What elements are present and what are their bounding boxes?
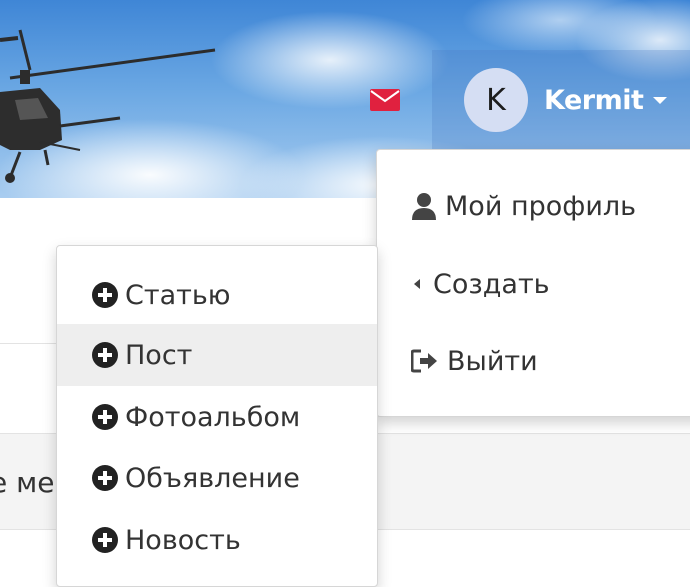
plus-circle-icon <box>91 464 119 492</box>
plus-circle-icon <box>91 526 119 554</box>
menu-item-logout[interactable]: Выйти <box>377 330 690 392</box>
caret-left-icon <box>411 277 425 291</box>
menu-item-create[interactable]: Создать <box>377 253 690 315</box>
create-item-label: Новость <box>125 524 241 556</box>
menu-item-my-profile[interactable]: Мой профиль <box>377 175 690 237</box>
create-item-label: Объявление <box>125 462 300 494</box>
menu-item-label: Мой профиль <box>445 190 637 222</box>
create-submenu: Статью Пост Фотоальбом Объявление Новост… <box>56 245 378 587</box>
helicopter-image <box>0 29 216 183</box>
create-item-label: Статью <box>125 279 231 311</box>
partial-menu-text: е ме <box>0 466 55 499</box>
plus-circle-icon <box>91 341 119 369</box>
create-item-announcement[interactable]: Объявление <box>57 447 377 509</box>
avatar: K <box>464 68 528 132</box>
chevron-down-icon <box>653 96 668 104</box>
create-item-photo-album[interactable]: Фотоальбом <box>57 386 377 448</box>
user-dropdown-menu: Мой профиль Создать Выйти <box>376 149 690 417</box>
create-item-article[interactable]: Статью <box>57 264 377 326</box>
menu-item-label: Выйти <box>447 345 538 377</box>
plus-circle-icon <box>91 281 119 309</box>
user-menu-toggle[interactable]: K Kermit <box>432 50 690 150</box>
create-item-label: Фотоальбом <box>125 401 301 433</box>
create-item-label: Пост <box>125 339 193 371</box>
create-item-news[interactable]: Новость <box>57 509 377 571</box>
plus-circle-icon <box>91 403 119 431</box>
user-icon <box>411 192 437 220</box>
messages-button[interactable] <box>370 86 400 114</box>
envelope-icon <box>370 89 400 111</box>
menu-item-label: Создать <box>433 268 550 300</box>
username-label: Kermit <box>544 84 644 116</box>
create-item-post[interactable]: Пост <box>57 324 377 386</box>
sign-out-icon <box>411 349 439 373</box>
